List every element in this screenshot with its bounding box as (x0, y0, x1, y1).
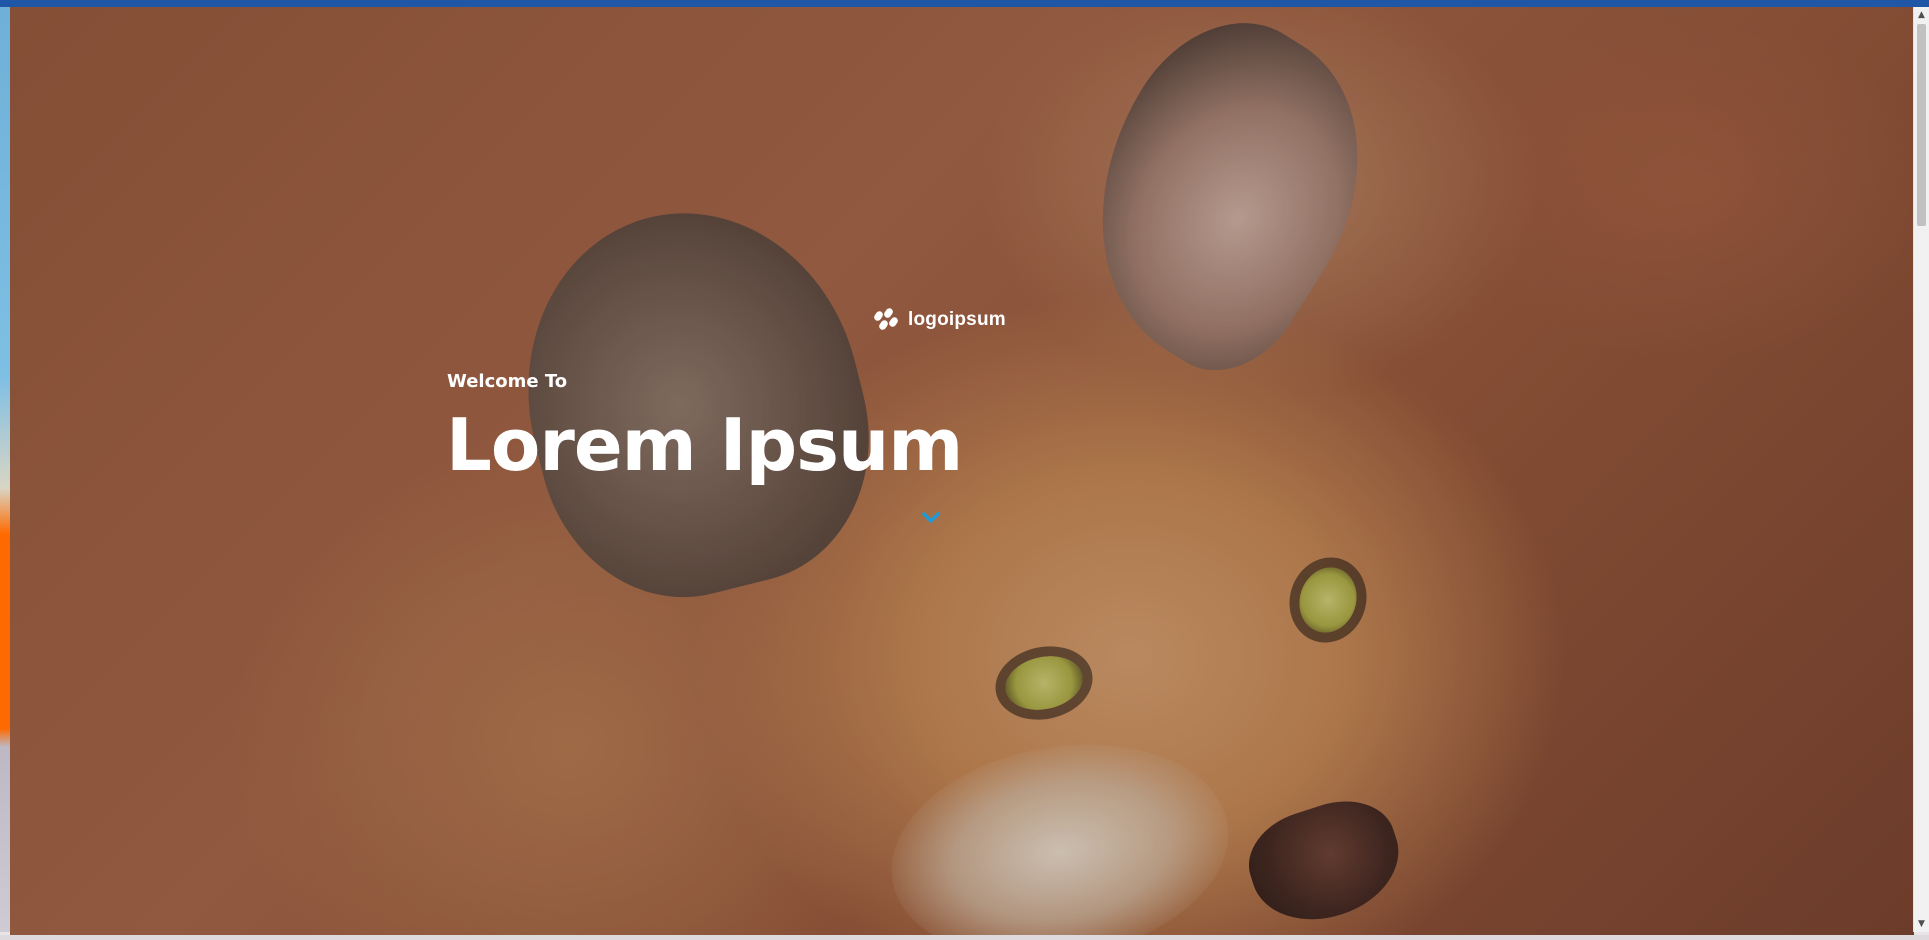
hero-title: Lorem Ipsum (446, 403, 963, 487)
window-top-accent-bar (0, 0, 1929, 7)
logo-text: logoipsum (908, 309, 1006, 330)
background-window-strip (0, 7, 10, 932)
scroll-down-button[interactable] (920, 510, 942, 526)
welcome-subtitle: Welcome To (447, 371, 568, 392)
scroll-up-arrow-icon[interactable]: ▲ (1914, 7, 1929, 23)
scrollbar-thumb[interactable] (1917, 24, 1926, 226)
scroll-down-arrow-icon[interactable]: ▼ (1914, 916, 1929, 932)
window-bottom-strip (0, 935, 1929, 940)
logo-mark-icon (874, 308, 898, 330)
page-scrollbar[interactable]: ▲ ▼ (1913, 7, 1929, 932)
chevron-down-icon (922, 512, 940, 523)
site-logo[interactable]: logoipsum (872, 305, 1006, 335)
